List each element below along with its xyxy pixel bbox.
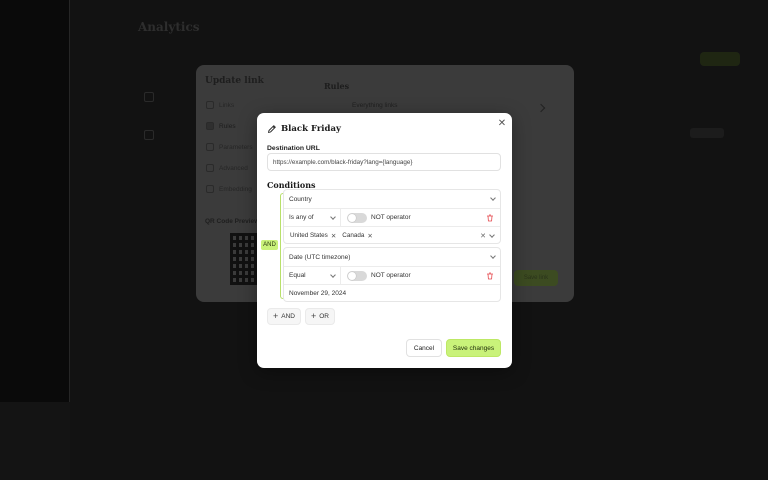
operator-select-value: Is any of	[289, 214, 314, 221]
chip-label: United States	[290, 232, 328, 239]
chevron-down-icon	[490, 253, 496, 259]
rule-edit-modal: ✕ Black Friday Destination URL https://e…	[257, 113, 512, 368]
modal-title: Black Friday	[281, 124, 341, 134]
nav-item-parameters[interactable]: Parameters	[206, 143, 253, 151]
chip-label: Canada	[342, 232, 365, 239]
sidebar-footer	[0, 402, 70, 480]
chevron-down-icon	[330, 271, 336, 278]
link-icon	[206, 101, 214, 109]
qr-label: QR Code Preview	[205, 218, 260, 225]
status-badge	[690, 128, 724, 138]
multi-value-select[interactable]: United States ✕ Canada ✕ ✕	[284, 226, 500, 244]
field-select[interactable]: Date (UTC timezone)	[284, 248, 500, 266]
condition-card: Country Is any of NOT operator United St…	[283, 189, 501, 244]
value-chip: United States ✕	[290, 232, 336, 240]
not-operator-label: NOT operator	[371, 272, 411, 279]
plus-icon: +	[310, 311, 317, 321]
trash-icon[interactable]	[486, 214, 494, 222]
embed-icon	[206, 185, 214, 193]
cancel-button[interactable]: Cancel	[406, 339, 442, 357]
operator-row: Is any of NOT operator	[284, 208, 500, 226]
and-badge[interactable]: AND	[261, 240, 278, 250]
nav-item-embedding[interactable]: Embedding	[206, 185, 252, 193]
rules-heading: Rules	[324, 81, 350, 91]
rules-icon	[206, 122, 214, 130]
field-select-value: Country	[289, 195, 312, 203]
not-operator-toggle[interactable]	[347, 270, 367, 281]
remove-chip-icon[interactable]: ✕	[331, 232, 336, 240]
remove-chip-icon[interactable]: ✕	[367, 232, 372, 240]
modal-header: Black Friday	[267, 124, 341, 134]
add-and-button[interactable]: + AND	[267, 308, 301, 325]
app-sidebar	[0, 0, 70, 480]
settings-icon	[206, 164, 214, 172]
page-title: Analytics	[138, 20, 200, 34]
value-chip: Canada ✕	[342, 232, 373, 240]
date-value: November 29, 2024	[289, 290, 347, 297]
chevron-right-icon	[536, 103, 546, 113]
plus-icon: +	[273, 311, 279, 321]
field-select[interactable]: Country	[284, 190, 500, 208]
chevron-down-icon	[330, 213, 336, 220]
operator-select[interactable]: Equal	[284, 267, 340, 284]
save-link-button[interactable]: Save link	[514, 270, 558, 286]
save-changes-button[interactable]: Save changes	[446, 339, 501, 357]
add-or-button[interactable]: + OR	[305, 308, 335, 325]
nav-item-links[interactable]: Links	[206, 101, 234, 109]
operator-select[interactable]: Is any of	[284, 209, 340, 226]
chart-icon	[144, 130, 154, 140]
link-icon	[144, 92, 154, 102]
not-operator-label: NOT operator	[371, 214, 411, 221]
trash-icon[interactable]	[486, 272, 494, 280]
operator-select-value: Equal	[289, 272, 306, 279]
date-value-input[interactable]: November 29, 2024	[284, 284, 500, 302]
destination-label: Destination URL	[267, 145, 320, 152]
nav-item-advanced[interactable]: Advanced	[206, 164, 248, 172]
pencil-icon	[268, 125, 276, 133]
destination-url-input[interactable]: https://example.com/black-friday?lang={l…	[267, 153, 501, 171]
operator-row: Equal NOT operator	[284, 266, 500, 284]
params-icon	[206, 143, 214, 151]
create-button[interactable]	[700, 52, 740, 66]
rule-row-label[interactable]: Everything links	[352, 102, 398, 109]
condition-card: Date (UTC timezone) Equal NOT operator N…	[283, 247, 501, 302]
clear-icon[interactable]: ✕	[480, 232, 486, 240]
close-icon[interactable]: ✕	[497, 119, 507, 129]
field-select-value: Date (UTC timezone)	[289, 253, 351, 261]
chevron-down-icon	[490, 195, 496, 201]
chevron-down-icon	[489, 231, 495, 238]
nav-item-rules[interactable]: Rules	[206, 122, 236, 130]
update-link-title: Update link	[205, 76, 264, 86]
not-operator-toggle[interactable]	[347, 212, 367, 223]
